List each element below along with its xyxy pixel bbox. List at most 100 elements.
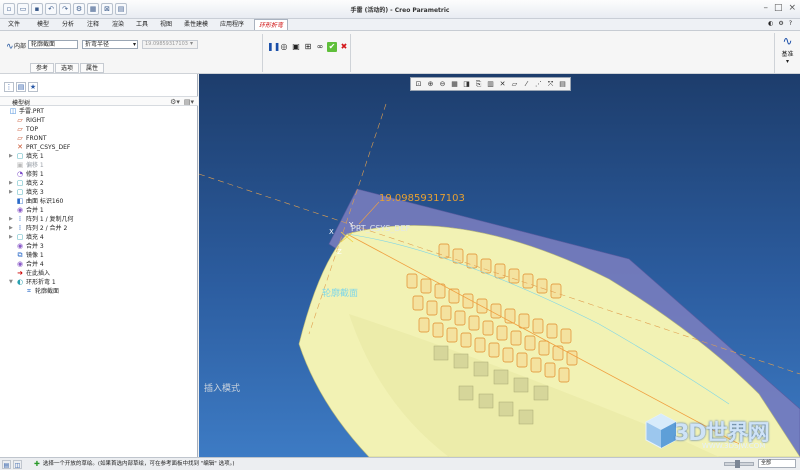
tree-columns-icon[interactable]: ▤▾ [184,98,194,106]
help-icon[interactable]: ? [789,20,792,27]
tree-item[interactable]: ▶ ⁞ 阵列 1 / 复制几何 [9,215,74,224]
plane-display-icon[interactable]: ▱ [509,79,520,90]
merge-icon: ◉ [16,242,24,250]
menu-flexible-modeling[interactable]: 柔性建模 [180,19,212,30]
axis-display-icon[interactable]: ⁄ [521,79,532,90]
tree-item[interactable]: ▼ ◐ 环形折弯 1 [9,278,56,287]
datum-icon: ∿ [782,34,793,48]
csys-icon: ✕ [17,143,23,151]
cancel-icon[interactable]: ✖ [339,42,349,52]
glasses-icon[interactable]: ∞ [315,42,325,52]
stop-icon[interactable]: ◎ [279,42,289,52]
status-icons: ▤ ◫ [2,460,22,469]
trim-icon: ◔ [16,170,24,178]
graphics-viewport[interactable]: 19.09859317103 PRT_CSYS_DEF 轮廓截面 X Y Z ⊡… [199,74,800,457]
datum-display-icon[interactable]: ✕ [497,79,508,90]
axis-label-x: X [329,228,334,236]
menu-file[interactable]: 文件 [4,19,24,30]
sketch-label: 轮廓截面 [322,289,359,299]
datum-group[interactable]: ∿ 基准 ▾ [774,33,800,73]
tree-item[interactable]: ⌗ 轮廓截面 [18,287,59,296]
annotation-display-icon[interactable]: ▤ [557,79,568,90]
csys-label: PRT_CSYS_DEF [351,224,411,233]
menu-annotate[interactable]: 注释 [83,19,103,30]
window-title: 手雷 (活动的) - Creo Parametric [350,7,450,14]
insert-here-icon: ➜ [17,269,23,277]
csys-display-icon[interactable]: ⤧ [545,79,556,90]
tree-item[interactable]: ▶ ⁞ 阵列 2 / 合并 2 [9,224,67,233]
navigator-toggle-icon[interactable]: ▤ [2,460,11,469]
menu-model[interactable]: 模型 [33,19,53,30]
selection-filter[interactable]: 全部 [758,459,796,468]
display-style-icon[interactable]: ◨ [461,79,472,90]
settings-icon[interactable]: ◐ [768,20,773,27]
zoom-out-icon[interactable]: ⊖ [437,79,448,90]
tree-item[interactable]: ◫ 手雷.PRT [2,107,44,116]
ok-icon[interactable]: ✔ [327,42,337,52]
insert-mode-label: 插入模式 [204,384,241,394]
repaint-icon[interactable]: ▦ [449,79,460,90]
menu-applications[interactable]: 应用程序 [216,19,248,30]
tab-references[interactable]: 参考 [30,63,55,73]
slider-knob[interactable] [735,459,740,468]
tree-item[interactable]: ▱ RIGHT [9,116,44,125]
fill-icon: ▢ [16,188,24,196]
tree-item[interactable]: ◧ 曲面 标识160 [9,197,64,206]
navigator-tabs: ⋮ ▤ ★ [4,82,38,92]
menu-view[interactable]: 视图 [156,19,176,30]
part-icon: ◫ [9,107,17,115]
tree-item[interactable]: ▶ ▢ 填充 3 [9,188,44,197]
tree-item[interactable]: ▶ ▢ 填充 2 [9,179,44,188]
datum-plane-icon: ▱ [17,116,23,124]
tree-item[interactable]: ◔ 修剪 1 [9,170,44,179]
tree-settings-icon[interactable]: ⚙▾ [170,98,180,106]
tree-item[interactable]: ◉ 合并 3 [9,242,44,251]
tree-item[interactable]: ✕ PRT_CSYS_DEF [9,143,70,152]
close-icon[interactable]: × [788,3,796,14]
transparency-slider[interactable] [724,459,754,468]
tree-item[interactable]: ▶ ▢ 填充 4 [9,233,44,242]
preview-icon[interactable]: ▣ [291,42,301,52]
maximize-icon[interactable]: □ [774,3,783,14]
browser-toggle-icon[interactable]: ◫ [13,460,22,469]
radius-mode-select[interactable]: 折弯半径 ▾ [82,40,138,49]
merge-icon: ◉ [16,260,24,268]
view-manager-icon[interactable]: ▥ [485,79,496,90]
check-preview-icon[interactable]: ⊞ [303,42,313,52]
pause-icon[interactable]: ❚❚ [267,42,280,52]
menu-tools[interactable]: 工具 [132,19,152,30]
tab-options[interactable]: 选项 [55,63,80,73]
folder-browser-tab-icon[interactable]: ▤ [16,82,26,92]
favorites-tab-icon[interactable]: ★ [28,82,38,92]
gear-icon[interactable]: ⚙ [778,20,783,27]
refit-icon[interactable]: ⊡ [413,79,424,90]
surface-icon: ◧ [16,197,24,205]
zoom-in-icon[interactable]: ⊕ [425,79,436,90]
menu-analysis[interactable]: 分析 [58,19,78,30]
tree-item[interactable]: ▱ FRONT [9,134,46,143]
tab-properties[interactable]: 属性 [80,63,105,73]
minimize-icon[interactable]: – [763,3,768,14]
menu-toroidal-bend[interactable]: 环形折弯 [254,19,289,30]
chevron-down-icon[interactable]: ▾ [190,40,193,47]
tree-item[interactable]: ▱ TOP [9,125,38,134]
sketch-name-field[interactable]: 轮廓截面 [28,40,78,49]
dimension-value[interactable]: 19.09859317103 [379,193,465,204]
feature-dashboard: ∿ 内部 轮廓截面 折弯半径 ▾ 19.09859317103 ▾ 参考 选项 … [0,31,800,74]
tree-item[interactable]: ⧉ 镜像 1 [9,251,44,260]
chevron-down-icon: ▾ [132,41,136,48]
tree-item[interactable]: ▶ ▢ 填充 1 [9,152,44,161]
menu-right-tools: ◐ ⚙ ? [768,20,792,27]
message-ok-icon: ✚ [34,460,40,468]
model-tree-tab-icon[interactable]: ⋮ [4,82,14,92]
menu-render[interactable]: 渲染 [108,19,128,30]
tree-item[interactable]: ➜ 在此插入 [9,269,50,278]
point-display-icon[interactable]: ⋰ [533,79,544,90]
status-bar: ▤ ◫ ✚ 选择一个开放的草绘。(如果首选内部草绘，可在参考面板中找到 "编辑"… [0,457,800,470]
in-graphics-toolbar: ⊡ ⊕ ⊖ ▦ ◨ ⎘ ▥ ✕ ▱ ⁄ ⋰ ⤧ ▤ [410,77,571,91]
saved-views-icon[interactable]: ⎘ [473,79,484,90]
tree-item[interactable]: ▣ 偏移 1 [9,161,44,170]
tree-item[interactable]: ◉ 合并 4 [9,260,44,269]
curvature-type[interactable]: 内部 [14,41,26,50]
tree-item[interactable]: ◉ 合并 1 [9,206,44,215]
